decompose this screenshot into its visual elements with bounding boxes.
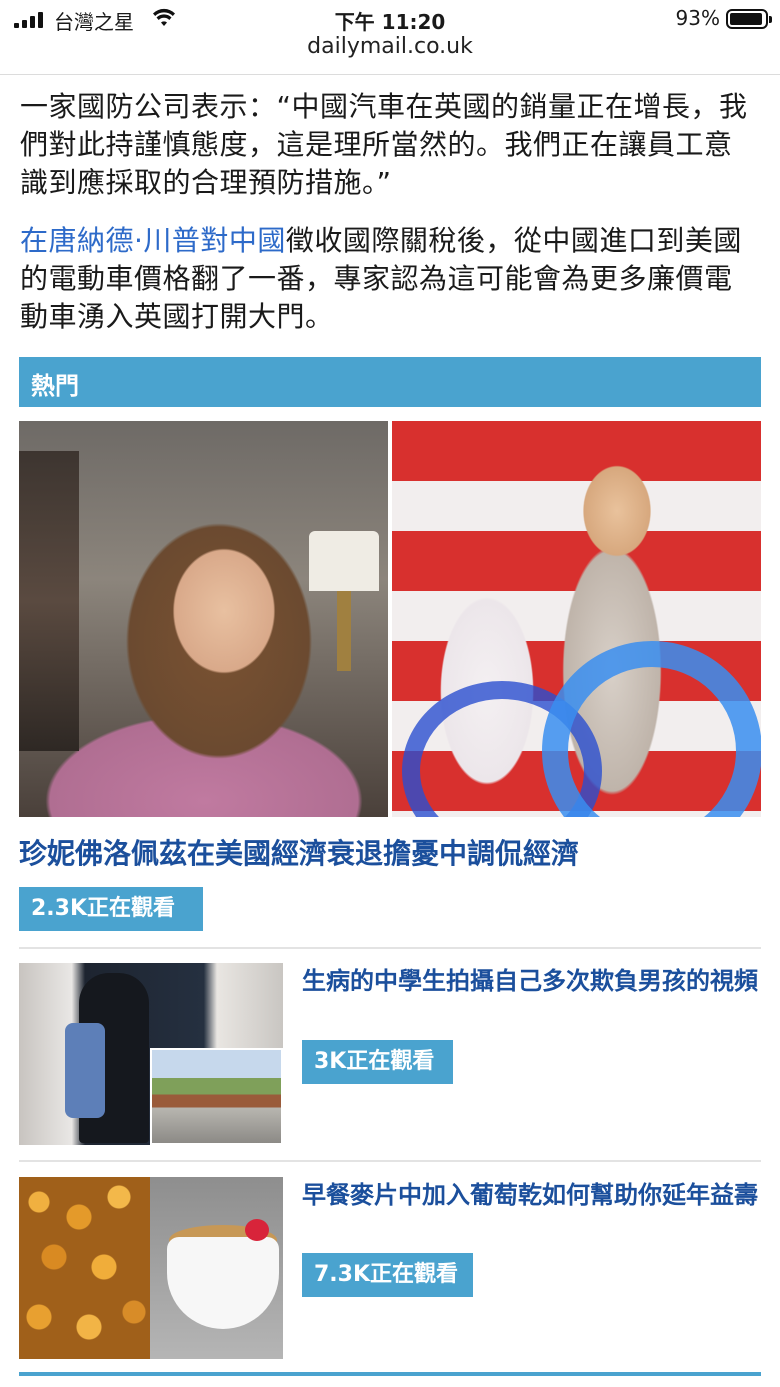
battery-percentage: 93%: [675, 6, 720, 30]
featured-image-left: [19, 421, 388, 817]
story-divider: [19, 947, 761, 949]
inset-photo: [150, 1048, 283, 1145]
trending-section-header: 熱門: [19, 357, 761, 407]
featured-image-right: [392, 421, 761, 817]
address-bar-url[interactable]: dailymail.co.uk: [0, 34, 780, 59]
article-paragraph: 在唐納德·川普對中國徵收國際關稅後，從中國進口到美國的電動車價格翻了一番，專家認…: [20, 222, 760, 336]
watching-count-badge: 7.3K正在觀看: [302, 1253, 473, 1297]
story-title[interactable]: 生病的中學生拍攝自己多次欺負男孩的視頻: [302, 965, 762, 997]
featured-story-image[interactable]: [19, 421, 761, 817]
story-thumbnail[interactable]: [19, 963, 283, 1145]
article-inline-link[interactable]: 在唐納德·川普對中國: [20, 224, 286, 257]
featured-story-title[interactable]: 珍妮佛洛佩茲在美國經濟衰退擔憂中調侃經濟: [19, 834, 761, 874]
battery-icon: [726, 9, 772, 29]
story-title[interactable]: 早餐麥片中加入葡萄乾如何幫助你延年益壽: [302, 1179, 762, 1211]
toolbar-divider: [0, 74, 780, 75]
section-bottom-rule: [19, 1372, 761, 1376]
story-divider: [19, 1160, 761, 1162]
watching-count-badge: 2.3K正在觀看: [19, 887, 203, 931]
watching-count-badge: 3K正在觀看: [302, 1040, 453, 1084]
story-thumbnail[interactable]: [19, 1177, 283, 1359]
status-time: 下午 11:20: [334, 10, 446, 34]
article-paragraph: 一家國防公司表示：“中國汽車在英國的銷量正在增長，我們對此持謹慎態度，這是理所當…: [20, 90, 748, 199]
